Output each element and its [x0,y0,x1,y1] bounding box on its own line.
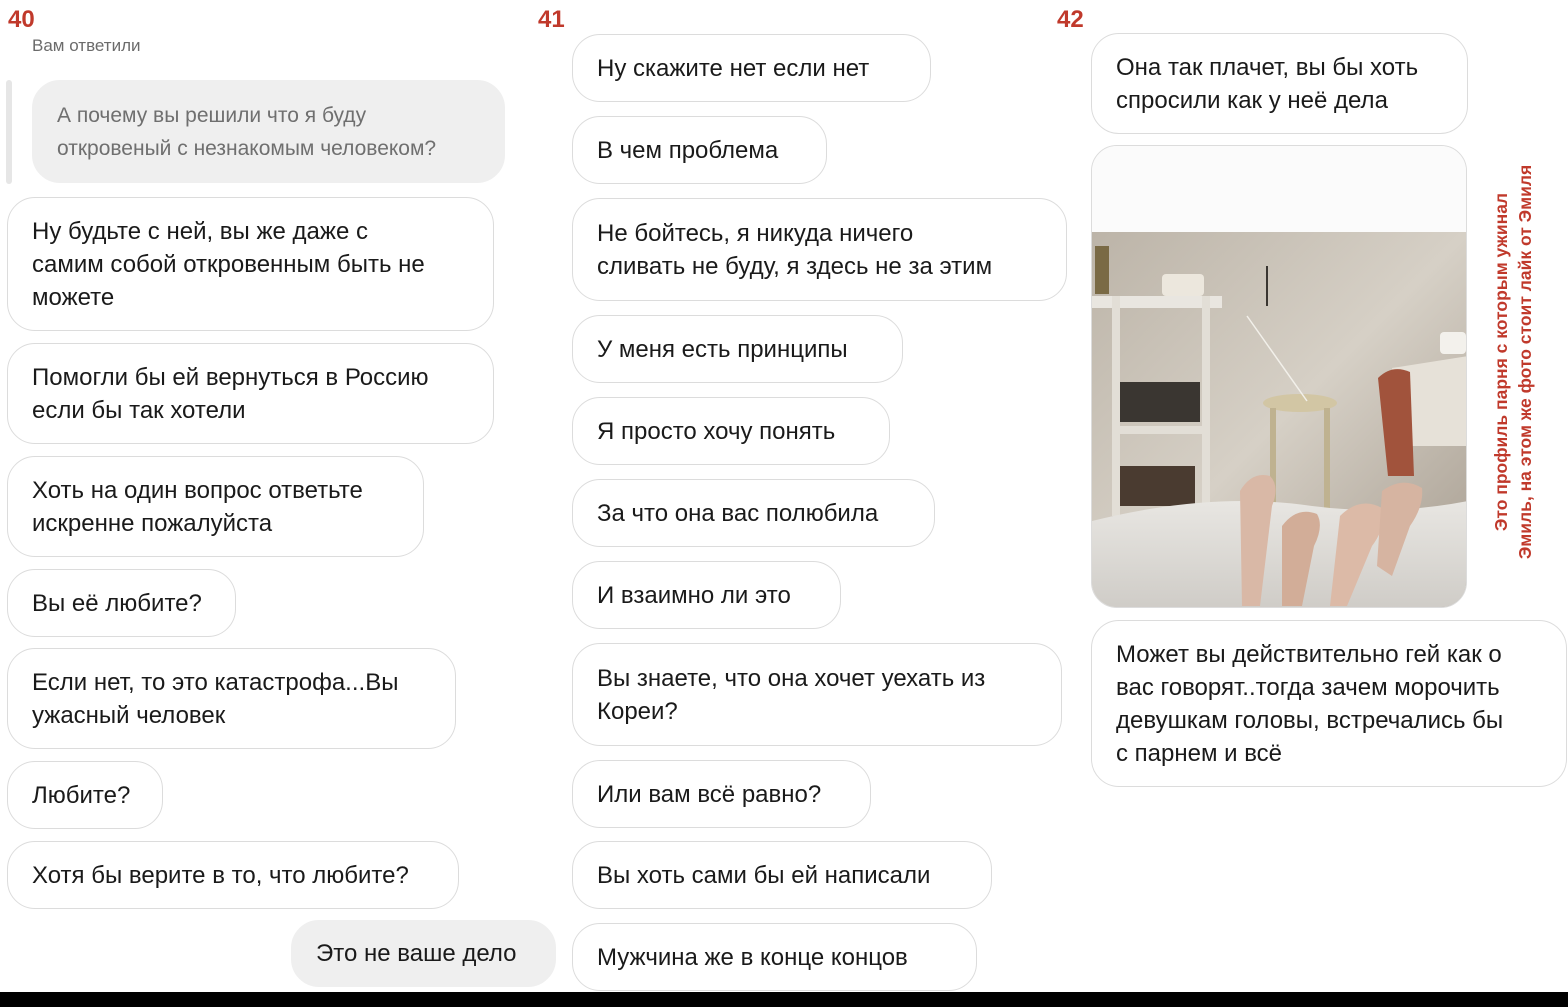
message-line: Кореи? [597,697,678,725]
message-line: Это не ваше дело [316,940,517,967]
message-line: Мужчина же в конце концов [597,943,908,971]
message-bubble[interactable]: Не бойтесь, я никуда ничего сливать не б… [572,198,1067,301]
message-bubble[interactable]: Помогли бы ей вернуться в Россию если бы… [7,343,494,444]
message-line: Любите? [32,781,131,809]
annotation-line: Это профиль парня с которым ужинал [1491,192,1511,532]
message-bubble[interactable]: Я просто хочу понять [572,397,890,465]
message-bubble[interactable]: У меня есть принципы [572,315,903,383]
message-line: с парнем и всё [1116,739,1283,767]
message-bubble[interactable]: Ну будьте с ней, вы же даже с самим собо… [7,197,494,331]
page-number-40: 40 [8,6,35,33]
message-line: Вы знаете, что она хочет уехать из [597,664,986,692]
bedroom-photo-illustration [1092,146,1466,607]
message-bubble[interactable]: Она так плачет, вы бы хоть спросили как … [1091,33,1468,134]
message-line: Ну скажите нет если нет [597,54,870,82]
bottom-edge-bar [0,992,1568,1007]
message-line: ужасный человек [32,701,226,729]
message-bubble[interactable]: И взаимно ли это [572,561,841,629]
side-annotation: Это профиль парня с которым ужинал Эмиль… [1487,132,1539,592]
quoted-message-bubble[interactable]: А почему вы решили что я буду откровеный… [32,80,505,183]
message-bubble[interactable]: Вы знаете, что она хочет уехать из Кореи… [572,643,1062,746]
message-bubble[interactable]: В чем проблема [572,116,827,184]
message-line: девушкам головы, встречались бы [1116,706,1504,734]
message-line: Она так плачет, вы бы хоть [1116,53,1419,81]
message-bubble[interactable]: За что она вас полюбила [572,479,935,547]
replied-label: Вам ответили [32,36,141,55]
message-line: В чем проблема [597,136,779,164]
quote-bar [6,80,12,184]
message-line: Помогли бы ей вернуться в Россию [32,363,429,391]
message-bubble[interactable]: Мужчина же в конце концов [572,923,977,991]
message-line: Или вам всё равно? [597,780,822,808]
message-bubble[interactable]: Хоть на один вопрос ответьте искренне по… [7,456,424,557]
own-reply-bubble[interactable]: Это не ваше дело [291,920,556,987]
message-line: если бы так хотели [32,396,246,424]
message-line: Хоть на один вопрос ответьте [32,476,363,504]
message-line: сливать не буду, я здесь не за этим [597,252,993,280]
message-bubble[interactable]: Вы её любите? [7,569,236,637]
message-line: вас говорят..тогда зачем морочить [1116,673,1500,701]
message-line: Может вы действительно гей как о [1116,640,1502,668]
annotation-line: Эмиль, на этом же фото стоит лайк от Эми… [1515,164,1535,560]
message-line: можете [32,283,115,311]
message-line: Хотя бы верите в то, что любите? [32,861,409,889]
message-bubble[interactable]: Хотя бы верите в то, что любите? [7,841,459,909]
message-line: За что она вас полюбила [597,499,879,527]
message-line: И взаимно ли это [597,581,791,609]
shared-photo[interactable] [1091,145,1467,608]
message-bubble[interactable]: Может вы действительно гей как о вас гов… [1091,620,1567,787]
message-line: искренне пожалуйста [32,509,273,537]
page-number-41: 41 [538,6,565,33]
message-line: Я просто хочу понять [597,417,836,445]
message-bubble[interactable]: Ну скажите нет если нет [572,34,931,102]
message-line: У меня есть принципы [597,335,848,363]
message-line: Если нет, то это катастрофа...Вы [32,668,399,696]
message-bubble[interactable]: Любите? [7,761,163,829]
message-bubble[interactable]: Вы хоть сами бы ей написали [572,841,992,909]
message-line: А почему вы решили что я буду [57,103,367,127]
message-bubble[interactable]: Или вам всё равно? [572,760,871,828]
message-line: Не бойтесь, я никуда ничего [597,219,914,247]
message-line: Ну будьте с ней, вы же даже с [32,217,368,245]
message-line: Вы хоть сами бы ей написали [597,861,931,889]
message-bubble[interactable]: Если нет, то это катастрофа...Вы ужасный… [7,648,456,749]
message-line: спросили как у неё дела [1116,86,1388,114]
message-line: самим собой откровенным быть не [32,250,425,278]
message-line: Вы её любите? [32,589,202,617]
page-number-42: 42 [1057,6,1084,33]
message-line: откровеный с незнакомым человеком? [57,136,437,160]
